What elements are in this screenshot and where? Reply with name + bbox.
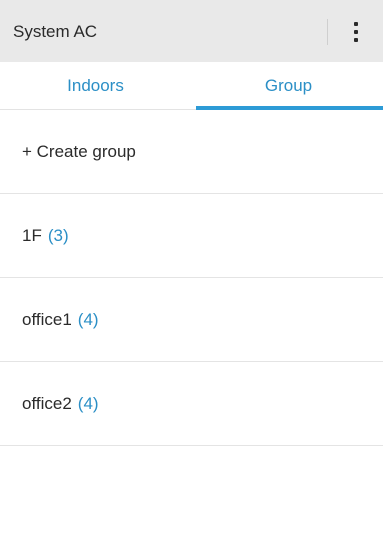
group-name: 1F xyxy=(22,226,42,245)
group-count: (4) xyxy=(77,394,99,413)
tab-indoors[interactable]: Indoors xyxy=(0,62,191,110)
list-item[interactable]: office1 (4) xyxy=(0,278,383,362)
tab-group[interactable]: Group xyxy=(193,62,383,110)
group-name: office2 xyxy=(22,394,72,413)
group-name: office1 xyxy=(22,310,72,329)
group-name-wrap: 1F (3) xyxy=(22,225,69,247)
title-bar: System AC xyxy=(0,0,383,62)
more-vert-icon[interactable] xyxy=(341,17,371,47)
group-count: (4) xyxy=(77,310,99,329)
menu-dot xyxy=(354,30,358,34)
title-divider xyxy=(327,19,328,45)
list-item[interactable]: office2 (4) xyxy=(0,362,383,446)
app-screen: System AC Indoors Group + Create group 1… xyxy=(0,0,383,552)
menu-dot xyxy=(354,22,358,26)
menu-dot xyxy=(354,38,358,42)
group-name-wrap: office1 (4) xyxy=(22,309,99,331)
group-count: (3) xyxy=(47,226,69,245)
tab-bar: Indoors Group xyxy=(0,62,383,110)
create-group-button[interactable]: + Create group xyxy=(0,110,383,194)
group-name-wrap: office2 (4) xyxy=(22,393,99,415)
row-divider xyxy=(0,445,383,446)
create-group-label: + Create group xyxy=(22,142,136,161)
app-title: System AC xyxy=(13,22,98,41)
list-item[interactable]: 1F (3) xyxy=(0,194,383,278)
